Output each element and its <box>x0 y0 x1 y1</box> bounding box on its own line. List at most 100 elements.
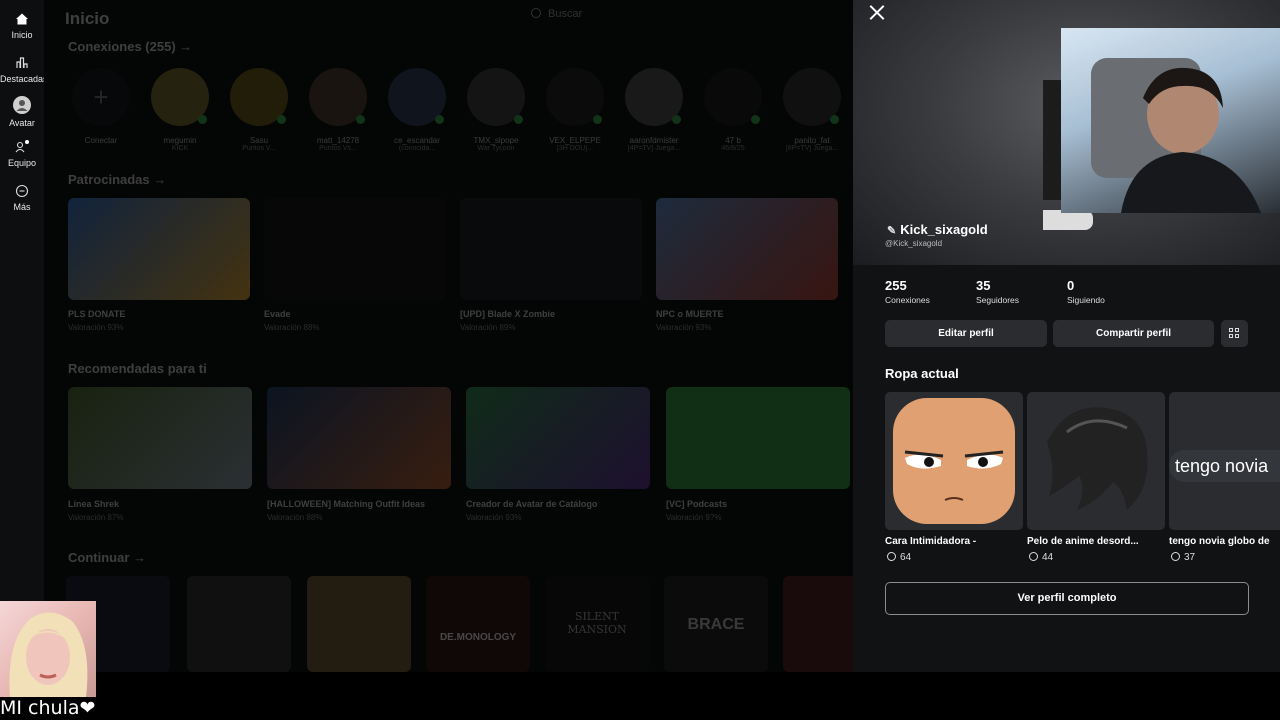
game-name: Evade <box>264 309 291 319</box>
bottom-black-bar <box>0 672 1280 720</box>
game-name: [UPD] Blade X Zombie <box>460 309 556 319</box>
stat-label: Seguidores <box>976 295 1020 305</box>
connection-status: War Tycoon <box>477 145 515 152</box>
left-nav: Inicio Destacadas Avatar Equipo Más <box>0 0 48 672</box>
profile-hero: ✎ Kick_sixagold @Kick_sixagold <box>853 0 1280 265</box>
game-tile-podcasts[interactable] <box>666 387 850 489</box>
pencil-icon: ✎ <box>887 225 897 237</box>
robux-icon <box>887 552 896 561</box>
game-name: PLS DONATE <box>68 309 126 319</box>
stat-value: 0 <box>1067 278 1075 293</box>
avatar <box>230 68 288 126</box>
game-tile-blade-zombie[interactable] <box>460 198 642 300</box>
connection-status: Puntos V... <box>242 145 276 152</box>
continue-tile[interactable] <box>783 576 853 672</box>
avatar <box>467 68 525 126</box>
continue-tile[interactable]: DE.MONOLOGY <box>426 576 530 672</box>
nav-item-mas[interactable]: Más <box>0 184 44 212</box>
stream-caption: MI chula❤ <box>0 697 96 719</box>
sponsored-header[interactable]: Patrocinadas → <box>68 172 166 187</box>
secondary-webcam <box>0 601 96 697</box>
avatar <box>388 68 446 126</box>
connection-item[interactable]: ce_escandar (conocida... <box>384 68 450 152</box>
game-rating: Valoración 93% <box>68 323 124 332</box>
outfit-title: Ropa actual <box>885 366 959 381</box>
connection-status: [4P=TV] Juega... <box>627 145 681 152</box>
price-value: 64 <box>900 552 912 563</box>
game-tile-evade[interactable] <box>264 198 446 300</box>
item-name: Pelo de anime desord... <box>1027 536 1139 547</box>
connection-item[interactable]: aaronfdmister [4P=TV] Juega... <box>621 68 687 152</box>
connection-item[interactable]: TMX_slpope War Tycoon <box>463 68 529 152</box>
chart-icon <box>16 57 28 68</box>
stat-label: Siguiendo <box>1067 295 1105 305</box>
connection-item[interactable]: Sasu Puntos V... <box>226 68 292 152</box>
connection-name: aaronfdmister <box>629 136 679 145</box>
game-name: [VC] Podcasts <box>666 499 728 509</box>
game-tile-pls-donate[interactable] <box>68 198 250 300</box>
connection-name: Conectar <box>84 136 118 145</box>
connection-status: KICK <box>171 145 189 152</box>
game-tile-npc[interactable] <box>656 198 838 300</box>
connection-item[interactable]: matt_14278 Puntos Vs... <box>305 68 371 152</box>
outfit-item-balloon[interactable]: tengo novia <box>1169 392 1280 530</box>
game-tile-shrek[interactable] <box>68 387 252 489</box>
search-placeholder: Buscar <box>548 8 583 20</box>
game-rating: Valoración 87% <box>68 513 124 522</box>
home-page-background: Inicio Buscar Conexiones (255) → + Conec… <box>44 0 853 672</box>
connection-item[interactable]: megumin KICK <box>147 68 213 152</box>
game-name: Línea Shrek <box>68 499 120 509</box>
game-tile-catalog[interactable] <box>466 387 650 489</box>
connection-name: panito_fat <box>794 136 830 145</box>
item-name: Cara Intimidadora - <box>885 536 977 547</box>
connection-name: 47 b <box>725 136 741 145</box>
continue-tile[interactable] <box>187 576 291 672</box>
outfit-item-hair[interactable] <box>1027 392 1165 530</box>
game-tile-halloween[interactable] <box>267 387 451 489</box>
outfit-item-face[interactable] <box>885 392 1023 530</box>
continue-tile[interactable] <box>307 576 411 672</box>
connect-button[interactable]: + Conectar <box>68 68 134 145</box>
username-handle: @Kick_sixagold <box>885 239 943 248</box>
nav-label: Avatar <box>9 118 35 128</box>
avatar <box>625 68 683 126</box>
page-title: Inicio <box>65 9 110 28</box>
game-name: Creador de Avatar de Catálogo <box>466 499 598 509</box>
game-rating: Valoración 89% <box>460 323 516 332</box>
nav-item-equipo[interactable]: Equipo <box>0 140 44 168</box>
connection-item[interactable]: 47 b 46/8/25 <box>700 68 766 152</box>
search-icon <box>531 8 541 18</box>
nav-label: Inicio <box>11 30 33 40</box>
connection-status: Puntos Vs... <box>319 145 357 152</box>
edit-profile-button[interactable]: Editar perfil <box>885 320 1047 347</box>
avatar <box>151 68 209 126</box>
game-rating: Valoración 93% <box>466 513 522 522</box>
close-button[interactable] <box>867 2 887 22</box>
stat-value: 35 <box>976 278 991 293</box>
item-price: 44 <box>1029 552 1053 563</box>
continue-tile[interactable]: SILENT MANSION <box>545 576 649 672</box>
connection-item[interactable]: VEX_ELPEPE [3H DOU]... <box>542 68 608 152</box>
continue-header[interactable]: Continuar → <box>68 550 146 565</box>
stat-followers[interactable]: 35 Seguidores <box>976 278 1019 305</box>
connection-status: 46/8/25 <box>721 145 745 152</box>
search-input[interactable]: Buscar <box>531 8 771 30</box>
connection-name: TMX_slpope <box>473 136 519 145</box>
share-profile-button[interactable]: Compartir perfil <box>1053 320 1214 347</box>
qr-code-button[interactable] <box>1221 320 1248 347</box>
continue-tile[interactable]: BRACE <box>664 576 768 672</box>
connections-header[interactable]: Conexiones (255) → <box>68 39 192 54</box>
view-full-profile-button[interactable]: Ver perfil completo <box>885 582 1249 615</box>
nav-item-destacadas[interactable]: Destacadas <box>0 56 48 84</box>
connection-status: [3H DOU]... <box>556 145 594 152</box>
display-name[interactable]: ✎ Kick_sixagold <box>887 222 988 237</box>
connection-item[interactable]: panito_fat [8P=TV] Juega... <box>779 68 845 152</box>
item-price: 64 <box>887 552 911 563</box>
game-rating: Valoración 88% <box>267 513 323 522</box>
stat-connections[interactable]: 255 Conexiones <box>885 278 930 305</box>
display-name-text: Kick_sixagold <box>900 222 988 237</box>
nav-item-inicio[interactable]: Inicio <box>0 12 44 40</box>
nav-item-avatar[interactable]: Avatar <box>0 96 44 128</box>
hair-thumbnail <box>1047 407 1148 510</box>
stat-following[interactable]: 0 Siguiendo <box>1067 278 1105 305</box>
